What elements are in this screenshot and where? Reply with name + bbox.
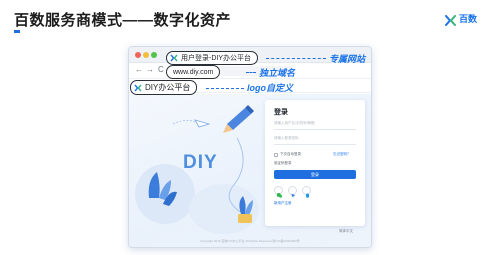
favicon-icon xyxy=(170,54,178,62)
page-title: 百数服务商模式——数字化资产 xyxy=(14,12,232,29)
pencil-icon xyxy=(227,108,251,130)
register-link[interactable]: 新用户注册 xyxy=(274,201,292,206)
brand-logo: 百数 xyxy=(445,12,478,26)
remember-label: 下次自动登录 xyxy=(280,152,301,156)
social-login-row xyxy=(274,186,311,198)
forgot-password-link[interactable]: 忘记密码？ xyxy=(333,152,351,157)
account-input[interactable]: 请输入用户名/手机号/邮箱 xyxy=(274,120,356,130)
favicon-icon xyxy=(134,84,142,92)
plant-pot-icon xyxy=(238,214,252,223)
hero-diy-text: DIY xyxy=(183,152,218,173)
tab-title-text: 用户登录-DIY办公平台 xyxy=(181,55,251,62)
plant-icon xyxy=(245,200,253,215)
password-input[interactable]: 请输入登录密码 xyxy=(274,135,356,145)
back-arrow-icon[interactable]: ← xyxy=(135,65,143,74)
url-callout: www.diy.com xyxy=(166,65,221,79)
dingtalk-icon[interactable] xyxy=(288,186,297,198)
window-maximize-dot[interactable] xyxy=(151,52,157,58)
bookmark-callout: DIY办公平台 xyxy=(130,80,198,95)
paper-plane-icon xyxy=(194,119,211,128)
window-minimize-dot[interactable] xyxy=(143,52,149,58)
logo-leader-line xyxy=(206,88,244,89)
bookmark-text: DIY办公平台 xyxy=(145,83,191,92)
url-annotation: 独立域名 xyxy=(259,68,296,78)
brand-mark-icon xyxy=(445,13,456,26)
browser-window: ← → C DIY 登录 请输入用户名/手机号/邮箱 请输入登录密码 下次自动登… xyxy=(128,46,372,248)
window-close-dot[interactable] xyxy=(135,52,141,58)
plant-icon xyxy=(239,196,246,214)
brand-name: 百数 xyxy=(459,14,478,24)
login-page-content: DIY 登录 请输入用户名/手机号/邮箱 请输入登录密码 下次自动登录 忘记密码… xyxy=(129,94,371,247)
tab-title-callout: 用户登录-DIY办公平台 xyxy=(166,51,258,65)
title-underline xyxy=(14,30,20,33)
remember-me[interactable]: 下次自动登录 xyxy=(274,152,301,157)
login-button[interactable]: 登录 xyxy=(274,170,356,179)
sms-login-link[interactable]: 验证码登录 xyxy=(274,161,292,166)
url-text: www.diy.com xyxy=(173,68,214,76)
url-leader-line xyxy=(246,72,256,73)
logo-annotation: logo自定义 xyxy=(247,83,293,93)
forward-arrow-icon[interactable]: → xyxy=(146,65,154,74)
qq-icon[interactable] xyxy=(302,186,311,198)
account-placeholder: 请输入用户名/手机号/邮箱 xyxy=(274,121,315,125)
remember-checkbox[interactable] xyxy=(274,152,278,157)
login-title: 登录 xyxy=(274,109,288,116)
copyright-text: Copyright 2019 百数DIY办公平台 All Rights Rese… xyxy=(200,239,300,243)
wechat-icon[interactable] xyxy=(274,186,283,198)
login-card: 登录 请输入用户名/手机号/邮箱 请输入登录密码 下次自动登录 忘记密码？ 验证… xyxy=(265,100,365,226)
tab-annotation: 专属网站 xyxy=(329,54,366,64)
tab-leader-line xyxy=(266,58,326,59)
language-select[interactable]: 简体中文 xyxy=(339,229,353,234)
reload-icon[interactable]: C xyxy=(158,65,164,74)
password-placeholder: 请输入登录密码 xyxy=(274,136,299,140)
leaf-icon xyxy=(148,172,160,198)
